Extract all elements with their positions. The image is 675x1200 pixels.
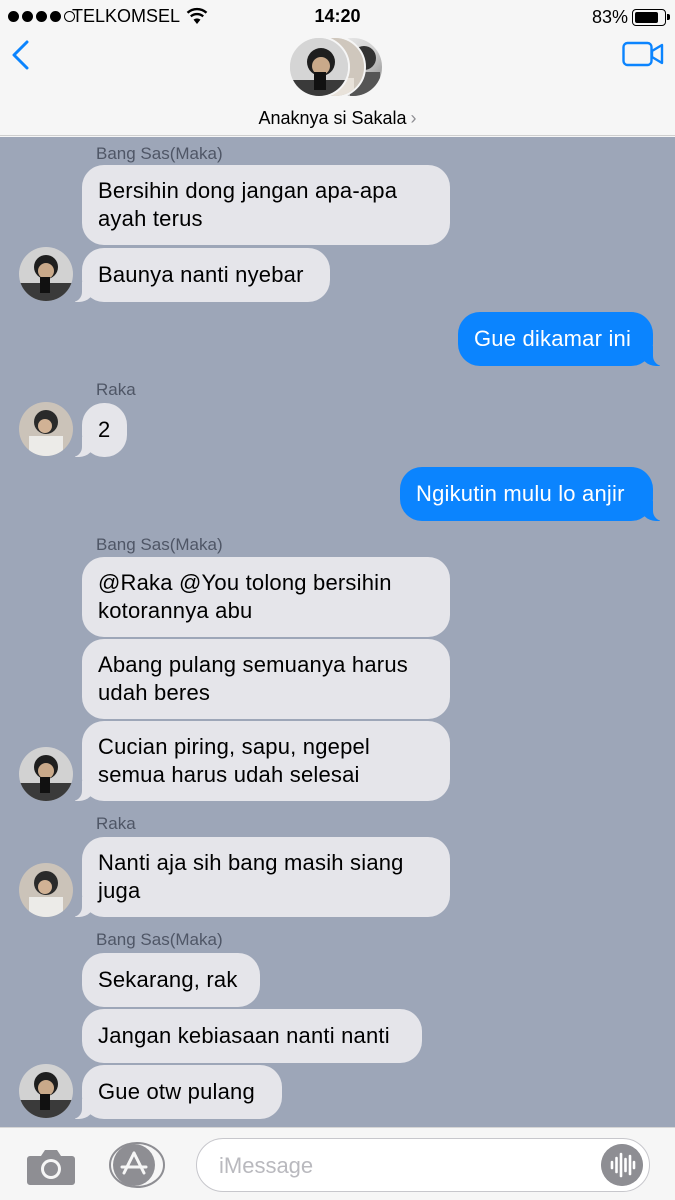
avatar[interactable] bbox=[19, 747, 73, 801]
avatar[interactable] bbox=[19, 247, 73, 301]
message-bubble-incoming[interactable]: Abang pulang semuanya harus udah beres bbox=[82, 639, 450, 719]
app-store-icon[interactable] bbox=[108, 1142, 166, 1188]
group-avatar[interactable] bbox=[288, 36, 388, 100]
video-camera-icon[interactable] bbox=[622, 40, 664, 68]
avatar[interactable] bbox=[19, 402, 73, 456]
clock: 14:20 bbox=[314, 6, 361, 26]
message-bubble-incoming[interactable]: Nanti aja sih bang masih siang juga bbox=[72, 837, 450, 917]
message-input-field[interactable] bbox=[196, 1138, 650, 1192]
message-bubble-incoming[interactable]: Baunya nanti nyebar bbox=[72, 248, 330, 302]
message-bubble-incoming[interactable]: Gue otw pulang bbox=[72, 1065, 282, 1119]
chevron-right-icon: › bbox=[410, 108, 417, 128]
sender-label: Raka bbox=[96, 380, 136, 399]
message-bubble-incoming[interactable]: Sekarang, rak bbox=[82, 953, 260, 1007]
compose-bar bbox=[0, 1127, 675, 1200]
sender-label: Bang Sas(Maka) bbox=[96, 535, 223, 554]
sender-label: Raka bbox=[96, 814, 136, 833]
chevron-left-icon[interactable] bbox=[10, 40, 32, 70]
message-bubble-incoming[interactable]: Jangan kebiasaan nanti nanti bbox=[82, 1009, 422, 1063]
group-name[interactable]: Anaknya si Sakala › bbox=[0, 108, 675, 129]
avatar[interactable] bbox=[19, 863, 73, 917]
sender-label: Bang Sas(Maka) bbox=[96, 930, 223, 949]
message-bubble-outgoing[interactable]: Ngikutin mulu lo anjir bbox=[400, 467, 663, 521]
message-bubble-incoming[interactable]: @Raka @You tolong bersihin kotorannya ab… bbox=[82, 557, 450, 637]
conversation-header: Anaknya si Sakala › bbox=[0, 34, 675, 136]
avatar[interactable] bbox=[19, 1064, 73, 1118]
message-bubble-incoming[interactable]: 2 bbox=[72, 403, 127, 457]
message-bubble-incoming[interactable]: Cucian piring, sapu, ngepel semua harus … bbox=[72, 721, 450, 801]
battery-percent: 83% bbox=[592, 7, 629, 27]
status-bar: TELKOMSEL 14:20 83% bbox=[0, 0, 675, 34]
message-bubble-incoming[interactable]: Bersihin dong jangan apa-apa ayah terus bbox=[82, 165, 450, 245]
audio-waveform-icon[interactable] bbox=[601, 1144, 643, 1186]
sender-label: Bang Sas(Maka) bbox=[96, 144, 223, 163]
message-input[interactable] bbox=[219, 1151, 589, 1181]
message-bubble-outgoing[interactable]: Gue dikamar ini bbox=[458, 312, 663, 366]
camera-icon[interactable] bbox=[26, 1148, 76, 1186]
battery-icon bbox=[632, 9, 670, 26]
message-thread[interactable]: Bang Sas(Maka) Bersihin dong jangan apa-… bbox=[0, 137, 675, 1127]
